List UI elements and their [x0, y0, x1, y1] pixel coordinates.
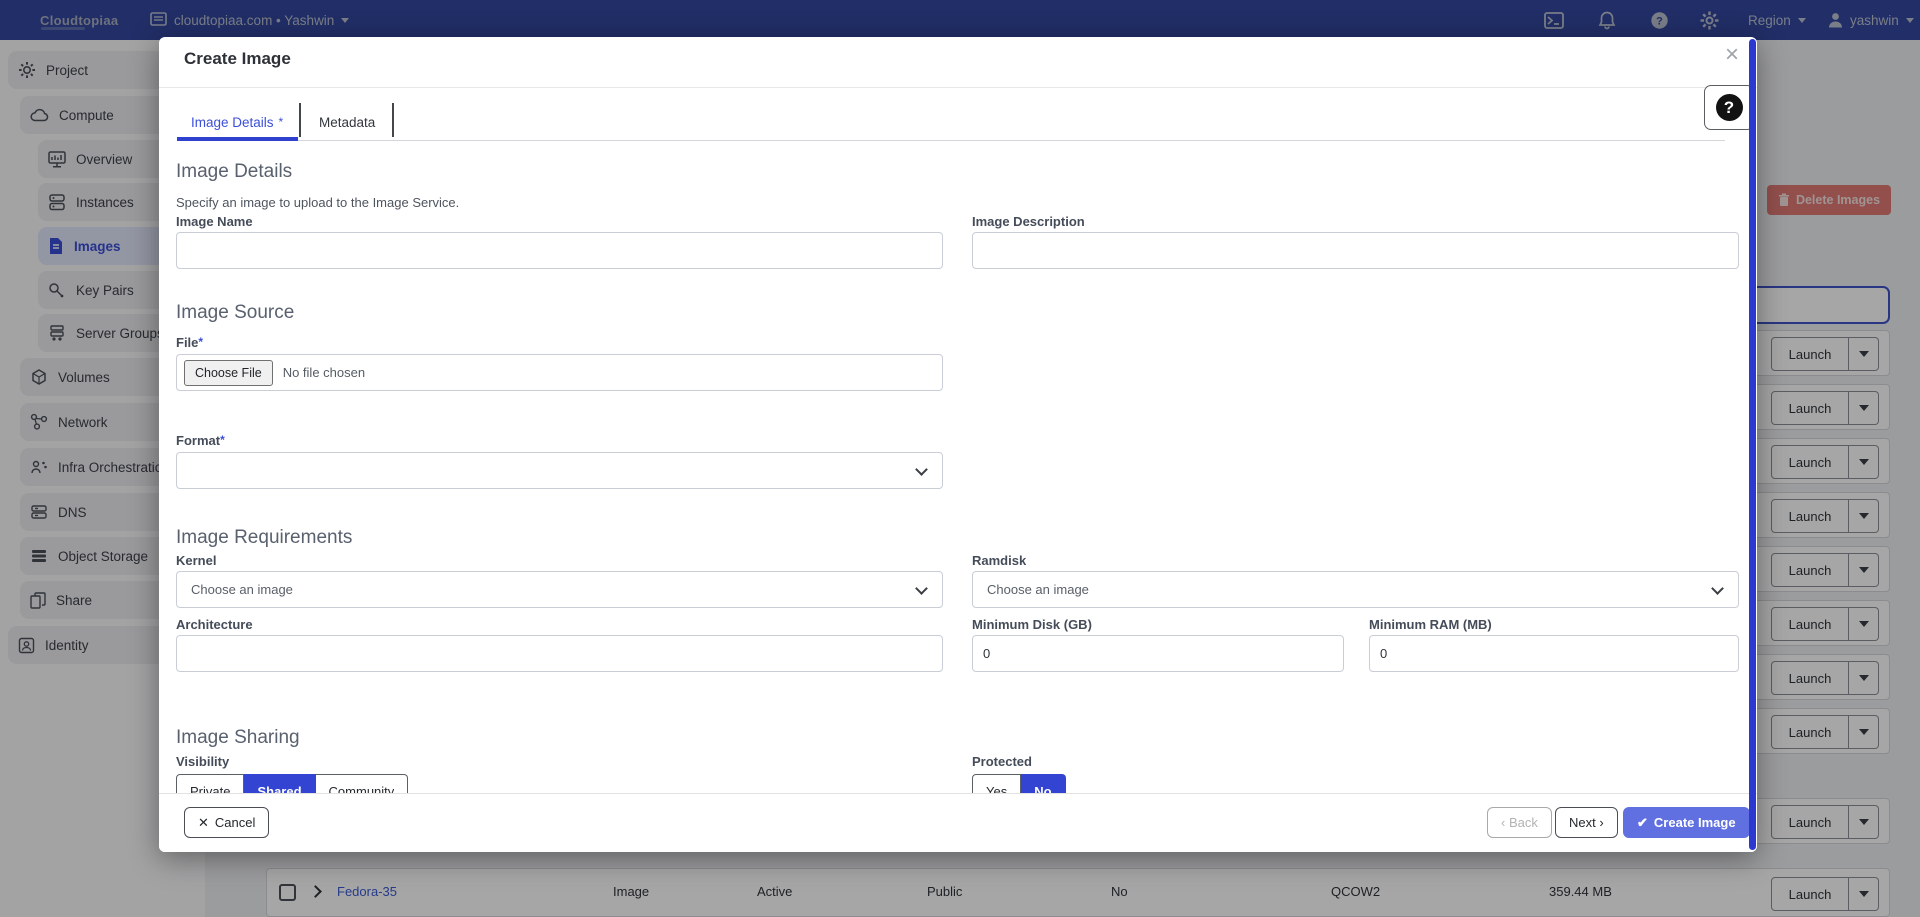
choose-file-button[interactable]: Choose File — [184, 360, 273, 386]
create-image-modal: Create Image × Image Details * Metadata … — [159, 37, 1757, 852]
modal-footer: ✕ Cancel ‹ Back Next › ✔ Create Image — [159, 793, 1757, 852]
section-heading-image-details: Image Details — [176, 161, 292, 183]
kernel-select-value: Choose an image — [191, 582, 293, 597]
tab-label: Metadata — [319, 115, 375, 130]
image-name-input[interactable] — [176, 232, 943, 269]
close-icon[interactable]: × — [1725, 43, 1739, 67]
ramdisk-label: Ramdisk — [972, 553, 1026, 568]
architecture-input[interactable] — [176, 635, 943, 672]
image-description-input[interactable] — [972, 232, 1739, 269]
min-disk-label: Minimum Disk (GB) — [972, 617, 1092, 632]
header-divider — [159, 87, 1757, 88]
protected-label: Protected — [972, 754, 1032, 769]
architecture-label: Architecture — [176, 617, 253, 632]
x-icon: ✕ — [198, 815, 209, 831]
next-button[interactable]: Next › — [1555, 807, 1618, 838]
tab-metadata[interactable]: Metadata — [319, 107, 375, 137]
required-asterisk: * — [220, 433, 225, 447]
check-icon: ✔ — [1637, 815, 1648, 831]
create-image-button[interactable]: ✔ Create Image — [1623, 807, 1750, 838]
app-root: Cloudtopiaa cloudtopiaa.com • Yashwin ? … — [0, 0, 1920, 917]
kernel-select[interactable]: Choose an image — [176, 571, 943, 608]
cancel-label: Cancel — [215, 815, 255, 830]
section-subtitle: Specify an image to upload to the Image … — [176, 195, 459, 210]
tab-separator — [392, 103, 394, 137]
back-button[interactable]: ‹ Back — [1487, 807, 1552, 838]
modal-scrollbar[interactable] — [1749, 39, 1756, 850]
chevron-down-icon — [915, 463, 928, 476]
active-tab-underline — [177, 137, 298, 141]
tab-label: Image Details — [191, 115, 274, 130]
wizard-help-button[interactable]: ? — [1704, 85, 1754, 130]
min-ram-input[interactable] — [1369, 635, 1739, 672]
tab-separator — [299, 103, 301, 137]
file-input[interactable]: Choose File No file chosen — [176, 354, 943, 391]
ramdisk-select-value: Choose an image — [987, 582, 1089, 597]
tab-image-details[interactable]: Image Details * — [191, 107, 283, 137]
cancel-button[interactable]: ✕ Cancel — [184, 807, 269, 838]
section-heading-image-requirements: Image Requirements — [176, 527, 352, 549]
required-asterisk: * — [198, 335, 203, 349]
format-label: Format* — [176, 433, 225, 448]
image-name-label: Image Name — [176, 214, 253, 229]
required-asterisk: * — [279, 115, 284, 129]
tab-baseline — [177, 140, 1725, 141]
kernel-label: Kernel — [176, 553, 216, 568]
section-heading-image-source: Image Source — [176, 302, 294, 324]
chevron-down-icon — [915, 582, 928, 595]
no-file-chosen-text: No file chosen — [283, 365, 365, 380]
create-image-label: Create Image — [1654, 815, 1736, 830]
help-icon: ? — [1716, 94, 1743, 121]
image-description-label: Image Description — [972, 214, 1085, 229]
file-label: File* — [176, 335, 203, 350]
visibility-label: Visibility — [176, 754, 229, 769]
chevron-down-icon — [1711, 582, 1724, 595]
section-heading-image-sharing: Image Sharing — [176, 727, 300, 749]
format-select[interactable] — [176, 452, 943, 489]
modal-title: Create Image — [184, 49, 291, 69]
min-disk-input[interactable] — [972, 635, 1344, 672]
ramdisk-select[interactable]: Choose an image — [972, 571, 1739, 608]
min-ram-label: Minimum RAM (MB) — [1369, 617, 1492, 632]
